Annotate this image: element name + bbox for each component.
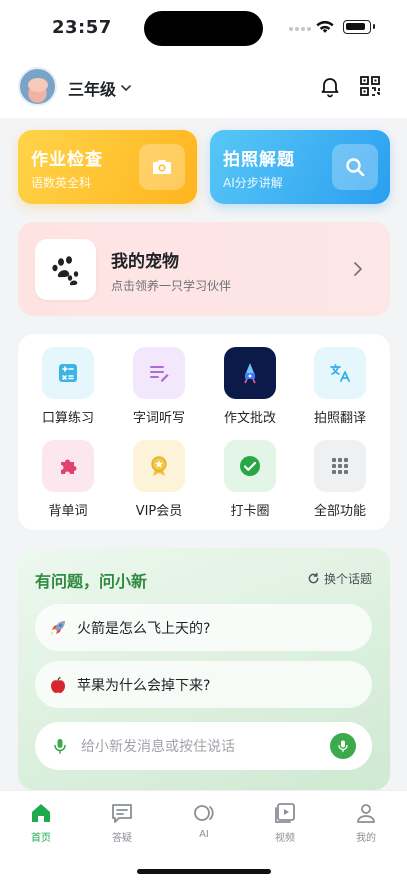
feature-essay-review[interactable]: 作文批改	[210, 347, 290, 427]
video-icon	[275, 803, 295, 823]
tab-label: 我的	[356, 833, 376, 844]
tab-label: 答疑	[112, 833, 132, 844]
status-time: 23:57	[52, 17, 112, 38]
ask-xiaoxin-panel: 有问题，问小新 换个话题 火箭是怎么飞上天的? 苹果为什么会掉下来? 给小新发消…	[18, 548, 390, 790]
homework-check-card[interactable]: 作业检查 语数英全科	[18, 130, 197, 204]
feature-checkin[interactable]: 打卡圈	[210, 440, 290, 520]
ask-title: 有问题，问小新	[35, 572, 148, 591]
qr-scan-icon[interactable]	[358, 74, 382, 98]
question-text: 苹果为什么会掉下来?	[77, 677, 211, 694]
puzzle-icon	[42, 440, 94, 492]
feature-label: VIP会员	[135, 504, 183, 519]
chevron-down-icon	[121, 85, 131, 91]
search-icon	[346, 158, 365, 177]
camera-icon	[153, 160, 171, 174]
search-button[interactable]	[332, 144, 378, 190]
tab-profile[interactable]: 我的	[336, 801, 396, 844]
battery-icon	[343, 20, 375, 34]
avatar[interactable]	[18, 67, 57, 106]
home-icon	[32, 804, 50, 822]
tab-video[interactable]: 视频	[255, 801, 315, 844]
suggested-question[interactable]: 苹果为什么会掉下来?	[35, 661, 372, 708]
tab-home[interactable]: 首页	[11, 801, 71, 844]
photo-solve-card[interactable]: 拍照解题 AI分步讲解	[210, 130, 390, 204]
my-pet-card[interactable]: 我的宠物 点击领养一只学习伙伴	[18, 222, 390, 316]
feature-label: 拍照翻译	[313, 411, 366, 426]
top-header: 三年级	[0, 56, 407, 118]
microphone-icon[interactable]	[51, 737, 69, 755]
feature-label: 作文批改	[223, 411, 276, 426]
tab-label: 视频	[275, 833, 295, 844]
suggested-question[interactable]: 火箭是怎么飞上天的?	[35, 604, 372, 651]
tab-ai[interactable]: AI	[174, 801, 234, 840]
refresh-icon	[308, 572, 319, 584]
change-topic-label: 换个话题	[323, 572, 372, 586]
bell-icon[interactable]	[318, 74, 342, 98]
feature-all[interactable]: 全部功能	[300, 440, 380, 520]
feature-label: 口算练习	[41, 411, 94, 426]
photo-solve-subtitle: AI分步讲解	[223, 176, 283, 190]
check-circle-icon	[224, 440, 276, 492]
change-topic-button[interactable]: 换个话题	[307, 570, 372, 587]
feature-vocab[interactable]: 背单词	[28, 440, 108, 520]
feature-vip[interactable]: VIP会员	[119, 440, 199, 520]
feature-grid: 口算练习 字词听写 作文批改 拍照翻译 背单词 VIP会员 打卡圈 全部功能	[18, 334, 390, 530]
dynamic-island	[144, 11, 263, 46]
grid-dots-icon	[314, 440, 366, 492]
pet-title: 我的宠物	[111, 252, 179, 272]
home-indicator	[137, 869, 271, 874]
tab-qa[interactable]: 答疑	[92, 801, 152, 844]
pencil-list-icon	[133, 347, 185, 399]
pet-subtitle: 点击领养一只学习伙伴	[111, 279, 232, 293]
feature-photo-translate[interactable]: 拍照翻译	[300, 347, 380, 427]
photo-solve-title: 拍照解题	[223, 150, 295, 170]
tab-label: 首页	[31, 833, 51, 844]
microphone-icon	[338, 740, 348, 753]
feature-label: 字词听写	[132, 411, 185, 426]
vip-medal-icon	[133, 440, 185, 492]
grade-selector[interactable]: 三年级	[68, 76, 132, 100]
chat-icon	[112, 804, 132, 823]
apple-icon	[49, 676, 67, 694]
paw-icon	[35, 239, 96, 300]
essay-rocket-icon	[224, 347, 276, 399]
translate-icon	[314, 347, 366, 399]
grade-label: 三年级	[68, 80, 117, 99]
homework-check-subtitle: 语数英全科	[31, 176, 92, 190]
ai-icon	[194, 805, 214, 821]
wifi-icon	[316, 20, 334, 33]
calculator-icon	[42, 347, 94, 399]
homework-check-title: 作业检查	[31, 150, 103, 170]
status-bar: 23:57	[0, 0, 407, 56]
feature-dictation[interactable]: 字词听写	[119, 347, 199, 427]
chevron-right-icon	[354, 262, 362, 276]
rocket-icon	[49, 619, 67, 637]
voice-button[interactable]	[330, 733, 356, 759]
signal-dots-icon	[289, 27, 311, 31]
feature-oral-calc[interactable]: 口算练习	[28, 347, 108, 427]
feature-label: 背单词	[48, 504, 88, 519]
feature-label: 全部功能	[313, 504, 366, 519]
message-input-placeholder: 给小新发消息或按住说话	[81, 739, 235, 755]
camera-button[interactable]	[139, 144, 185, 190]
message-input[interactable]: 给小新发消息或按住说话	[35, 722, 372, 770]
question-text: 火箭是怎么飞上天的?	[77, 620, 211, 637]
feature-label: 打卡圈	[230, 504, 270, 519]
tab-label: AI	[199, 829, 209, 840]
profile-icon	[357, 804, 375, 823]
